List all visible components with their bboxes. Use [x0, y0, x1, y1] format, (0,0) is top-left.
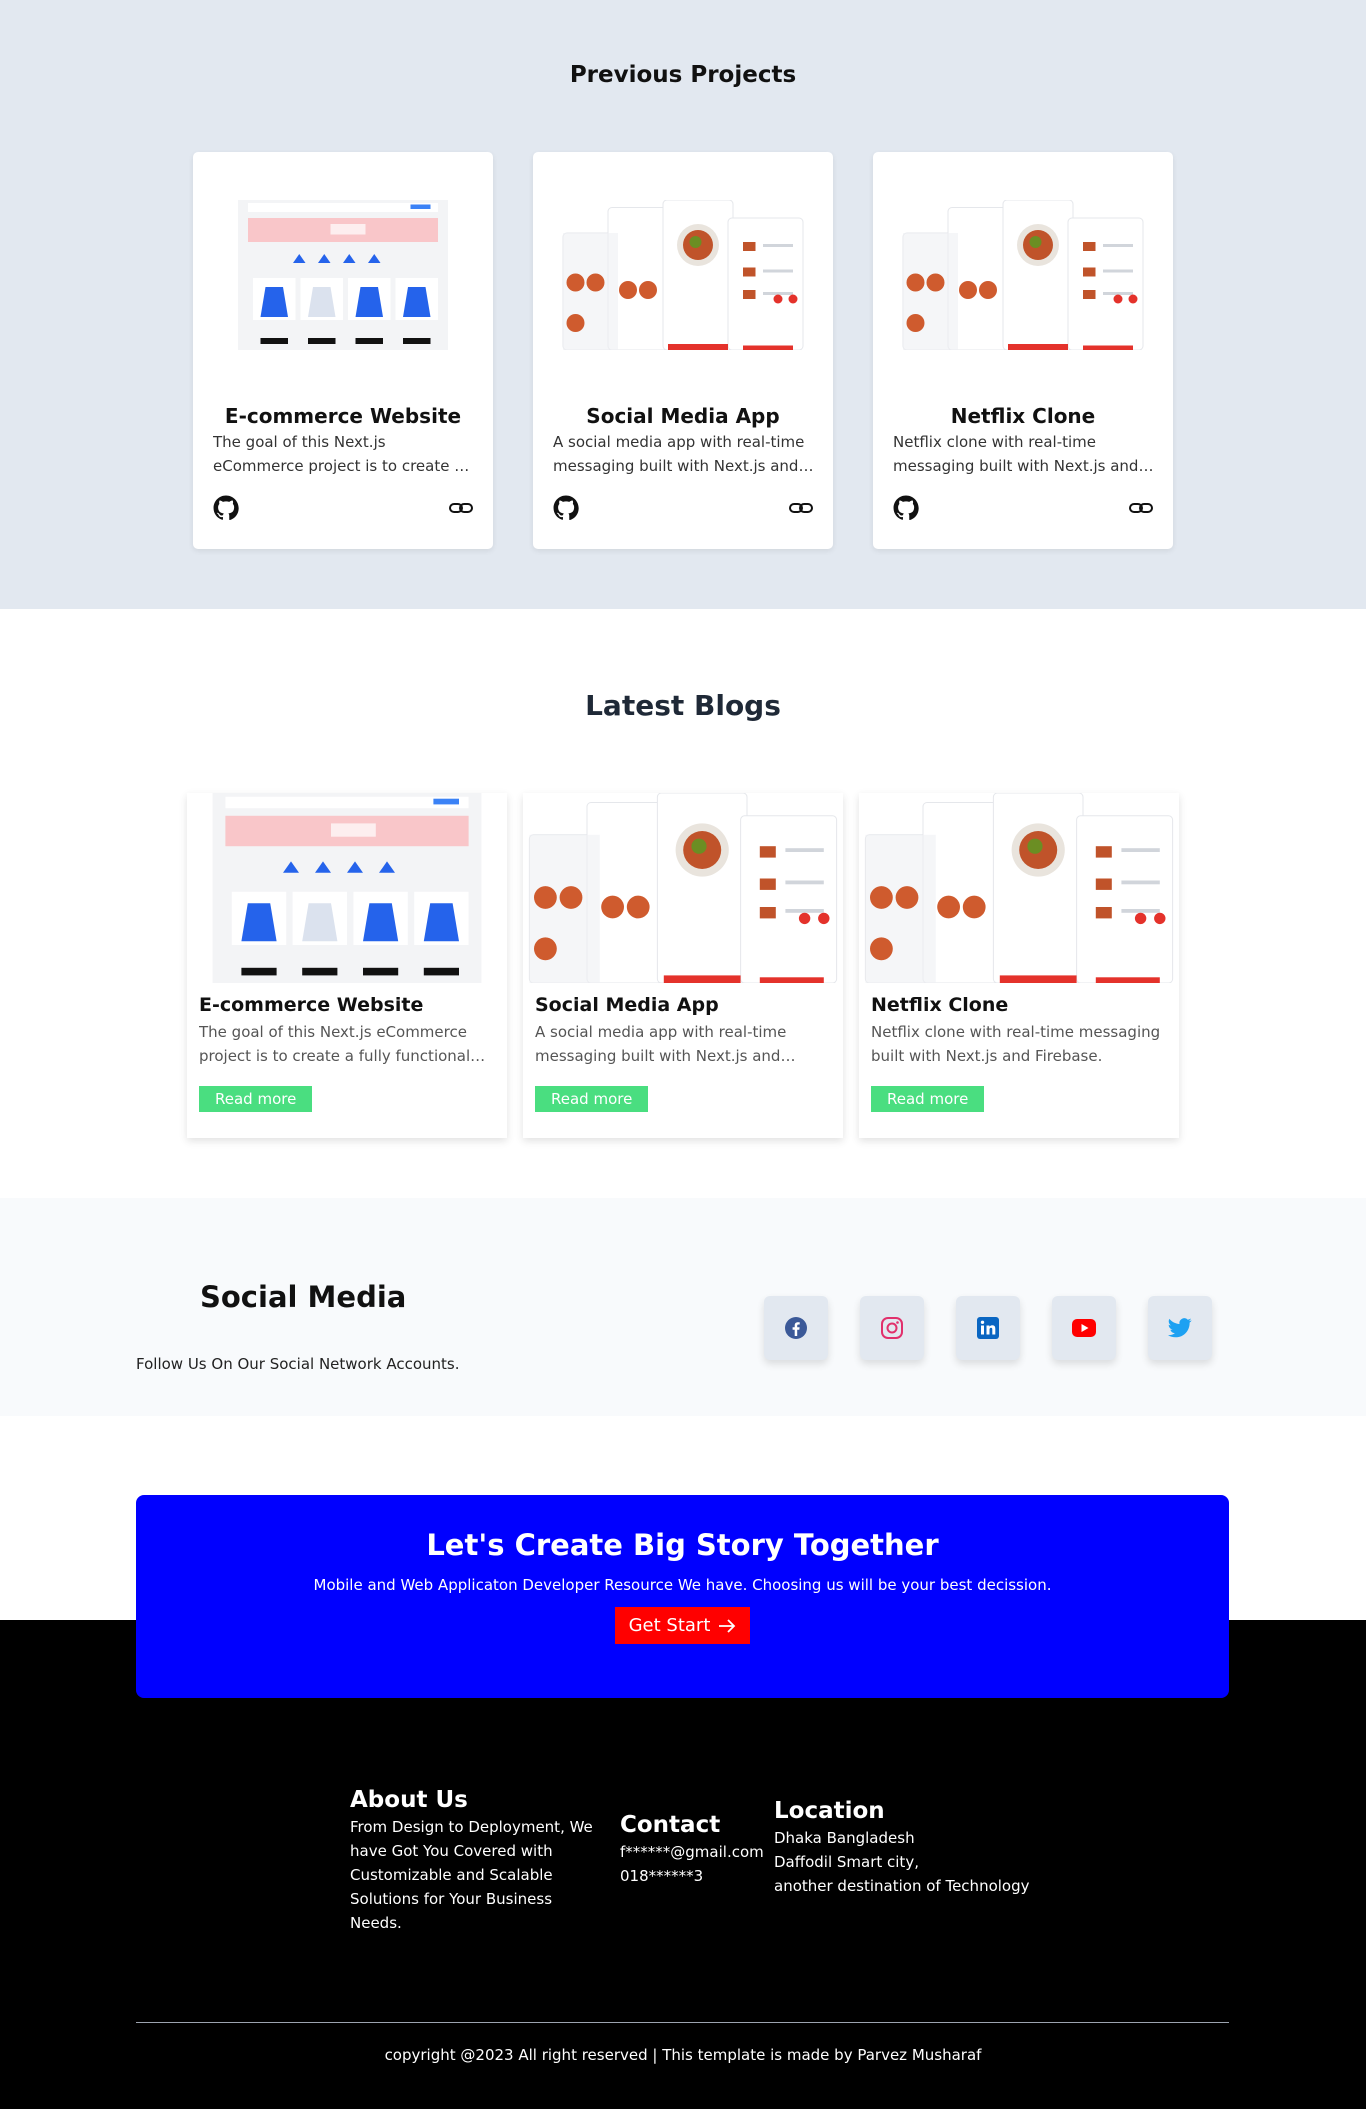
about-title: About Us — [350, 1787, 468, 1813]
social-section: Social Media Follow Us On Our Social Net… — [0, 1198, 1366, 1416]
twitter-icon — [1168, 1318, 1192, 1338]
blog-title: E-commerce Website — [199, 994, 424, 1016]
project-title: E-commerce Website — [224, 404, 462, 428]
github-icon[interactable] — [553, 495, 579, 521]
footer-location: Location Dhaka Bangladesh Daffodil Smart… — [774, 1798, 1044, 1898]
blogs-grid: E-commerce Website The goal of this Next… — [187, 793, 1179, 1138]
facebook-link[interactable] — [764, 1296, 828, 1360]
project-description: The goal of this Next.js eCommerce proje… — [213, 433, 464, 475]
link-icon[interactable] — [1129, 500, 1153, 516]
instagram-icon — [881, 1317, 903, 1339]
location-line: Dhaka Bangladesh — [774, 1829, 915, 1847]
read-more-button[interactable]: Read more — [871, 1086, 985, 1112]
twitter-link[interactable] — [1148, 1296, 1212, 1360]
blog-title: Social Media App — [535, 994, 719, 1016]
location-line: another destination of Technology — [774, 1877, 1030, 1895]
blog-description: A social media app with real-time messag… — [535, 1023, 787, 1065]
blog-title: Netflix Clone — [871, 994, 1009, 1016]
blog-card: Social Media App A social media app with… — [523, 793, 843, 1138]
project-description: Netflix clone with real-time messaging b… — [893, 433, 1139, 475]
project-title: Social Media App — [586, 404, 780, 428]
project-card: Social Media App A social media app with… — [533, 152, 833, 549]
get-start-button[interactable]: Get Start — [614, 1607, 751, 1644]
blog-card: Netflix Clone Netflix clone with real-ti… — [859, 793, 1179, 1138]
project-card: E-commerce Website The goal of this Next… — [193, 152, 493, 549]
cta-text: Mobile and Web Applicaton Developer Reso… — [313, 1576, 1052, 1594]
blog-thumbnail — [528, 793, 838, 983]
blog-description: Netflix clone with real-time messaging b… — [871, 1023, 1161, 1065]
social-heading: Social Media — [200, 1280, 407, 1314]
copyright-text: copyright @2023 All right reserved | Thi… — [384, 2046, 982, 2064]
contact-title: Contact — [620, 1812, 721, 1838]
social-icons — [764, 1296, 1212, 1360]
location-line: Daffodil Smart city, — [774, 1853, 919, 1871]
arrow-right-icon — [719, 1618, 736, 1633]
github-icon[interactable] — [213, 495, 239, 521]
projects-section: Previous Projects E-commerce Website The… — [0, 0, 1366, 609]
about-text: From Design to Deployment, We have Got Y… — [350, 1818, 593, 1932]
project-title: Netflix Clone — [950, 404, 1096, 428]
footer-about: About Us From Design to Deployment, We h… — [350, 1787, 600, 1935]
project-thumbnail — [238, 200, 448, 350]
footer-section: Let's Create Big Story Together Mobile a… — [0, 1416, 1366, 2109]
link-icon[interactable] — [449, 500, 473, 516]
project-thumbnail — [902, 200, 1144, 350]
contact-phone[interactable]: 018******3 — [620, 1864, 770, 1888]
youtube-link[interactable] — [1052, 1296, 1116, 1360]
github-icon[interactable] — [893, 495, 919, 521]
projects-grid: E-commerce Website The goal of this Next… — [193, 152, 1173, 549]
projects-heading: Previous Projects — [569, 62, 797, 88]
read-more-button[interactable]: Read more — [535, 1086, 649, 1112]
blog-thumbnail — [864, 793, 1174, 983]
get-start-label: Get Start — [628, 1615, 711, 1636]
footer-divider — [136, 2022, 1229, 2023]
blogs-heading: Latest Blogs — [585, 689, 781, 722]
youtube-icon — [1072, 1319, 1096, 1337]
instagram-link[interactable] — [860, 1296, 924, 1360]
facebook-icon — [785, 1317, 807, 1339]
contact-email[interactable]: f******@gmail.com — [620, 1840, 770, 1864]
linkedin-icon — [977, 1317, 999, 1339]
location-title: Location — [774, 1798, 885, 1824]
blog-thumbnail — [212, 793, 482, 983]
linkedin-link[interactable] — [956, 1296, 1020, 1360]
social-subtitle: Follow Us On Our Social Network Accounts… — [136, 1355, 460, 1373]
blog-card: E-commerce Website The goal of this Next… — [187, 793, 507, 1138]
blog-description: The goal of this Next.js eCommerce proje… — [199, 1023, 471, 1065]
project-description: A social media app with real-time messag… — [553, 433, 805, 475]
project-card: Netflix Clone Netflix clone with real-ti… — [873, 152, 1173, 549]
cta-title: Let's Create Big Story Together — [426, 1528, 939, 1562]
link-icon[interactable] — [789, 500, 813, 516]
read-more-button[interactable]: Read more — [199, 1086, 313, 1112]
project-thumbnail — [562, 200, 804, 350]
cta-banner: Let's Create Big Story Together Mobile a… — [136, 1495, 1229, 1698]
blogs-section: Latest Blogs E-commerce Website The goal… — [0, 609, 1366, 1198]
footer-contact: Contact f******@gmail.com 018******3 — [620, 1812, 770, 1888]
